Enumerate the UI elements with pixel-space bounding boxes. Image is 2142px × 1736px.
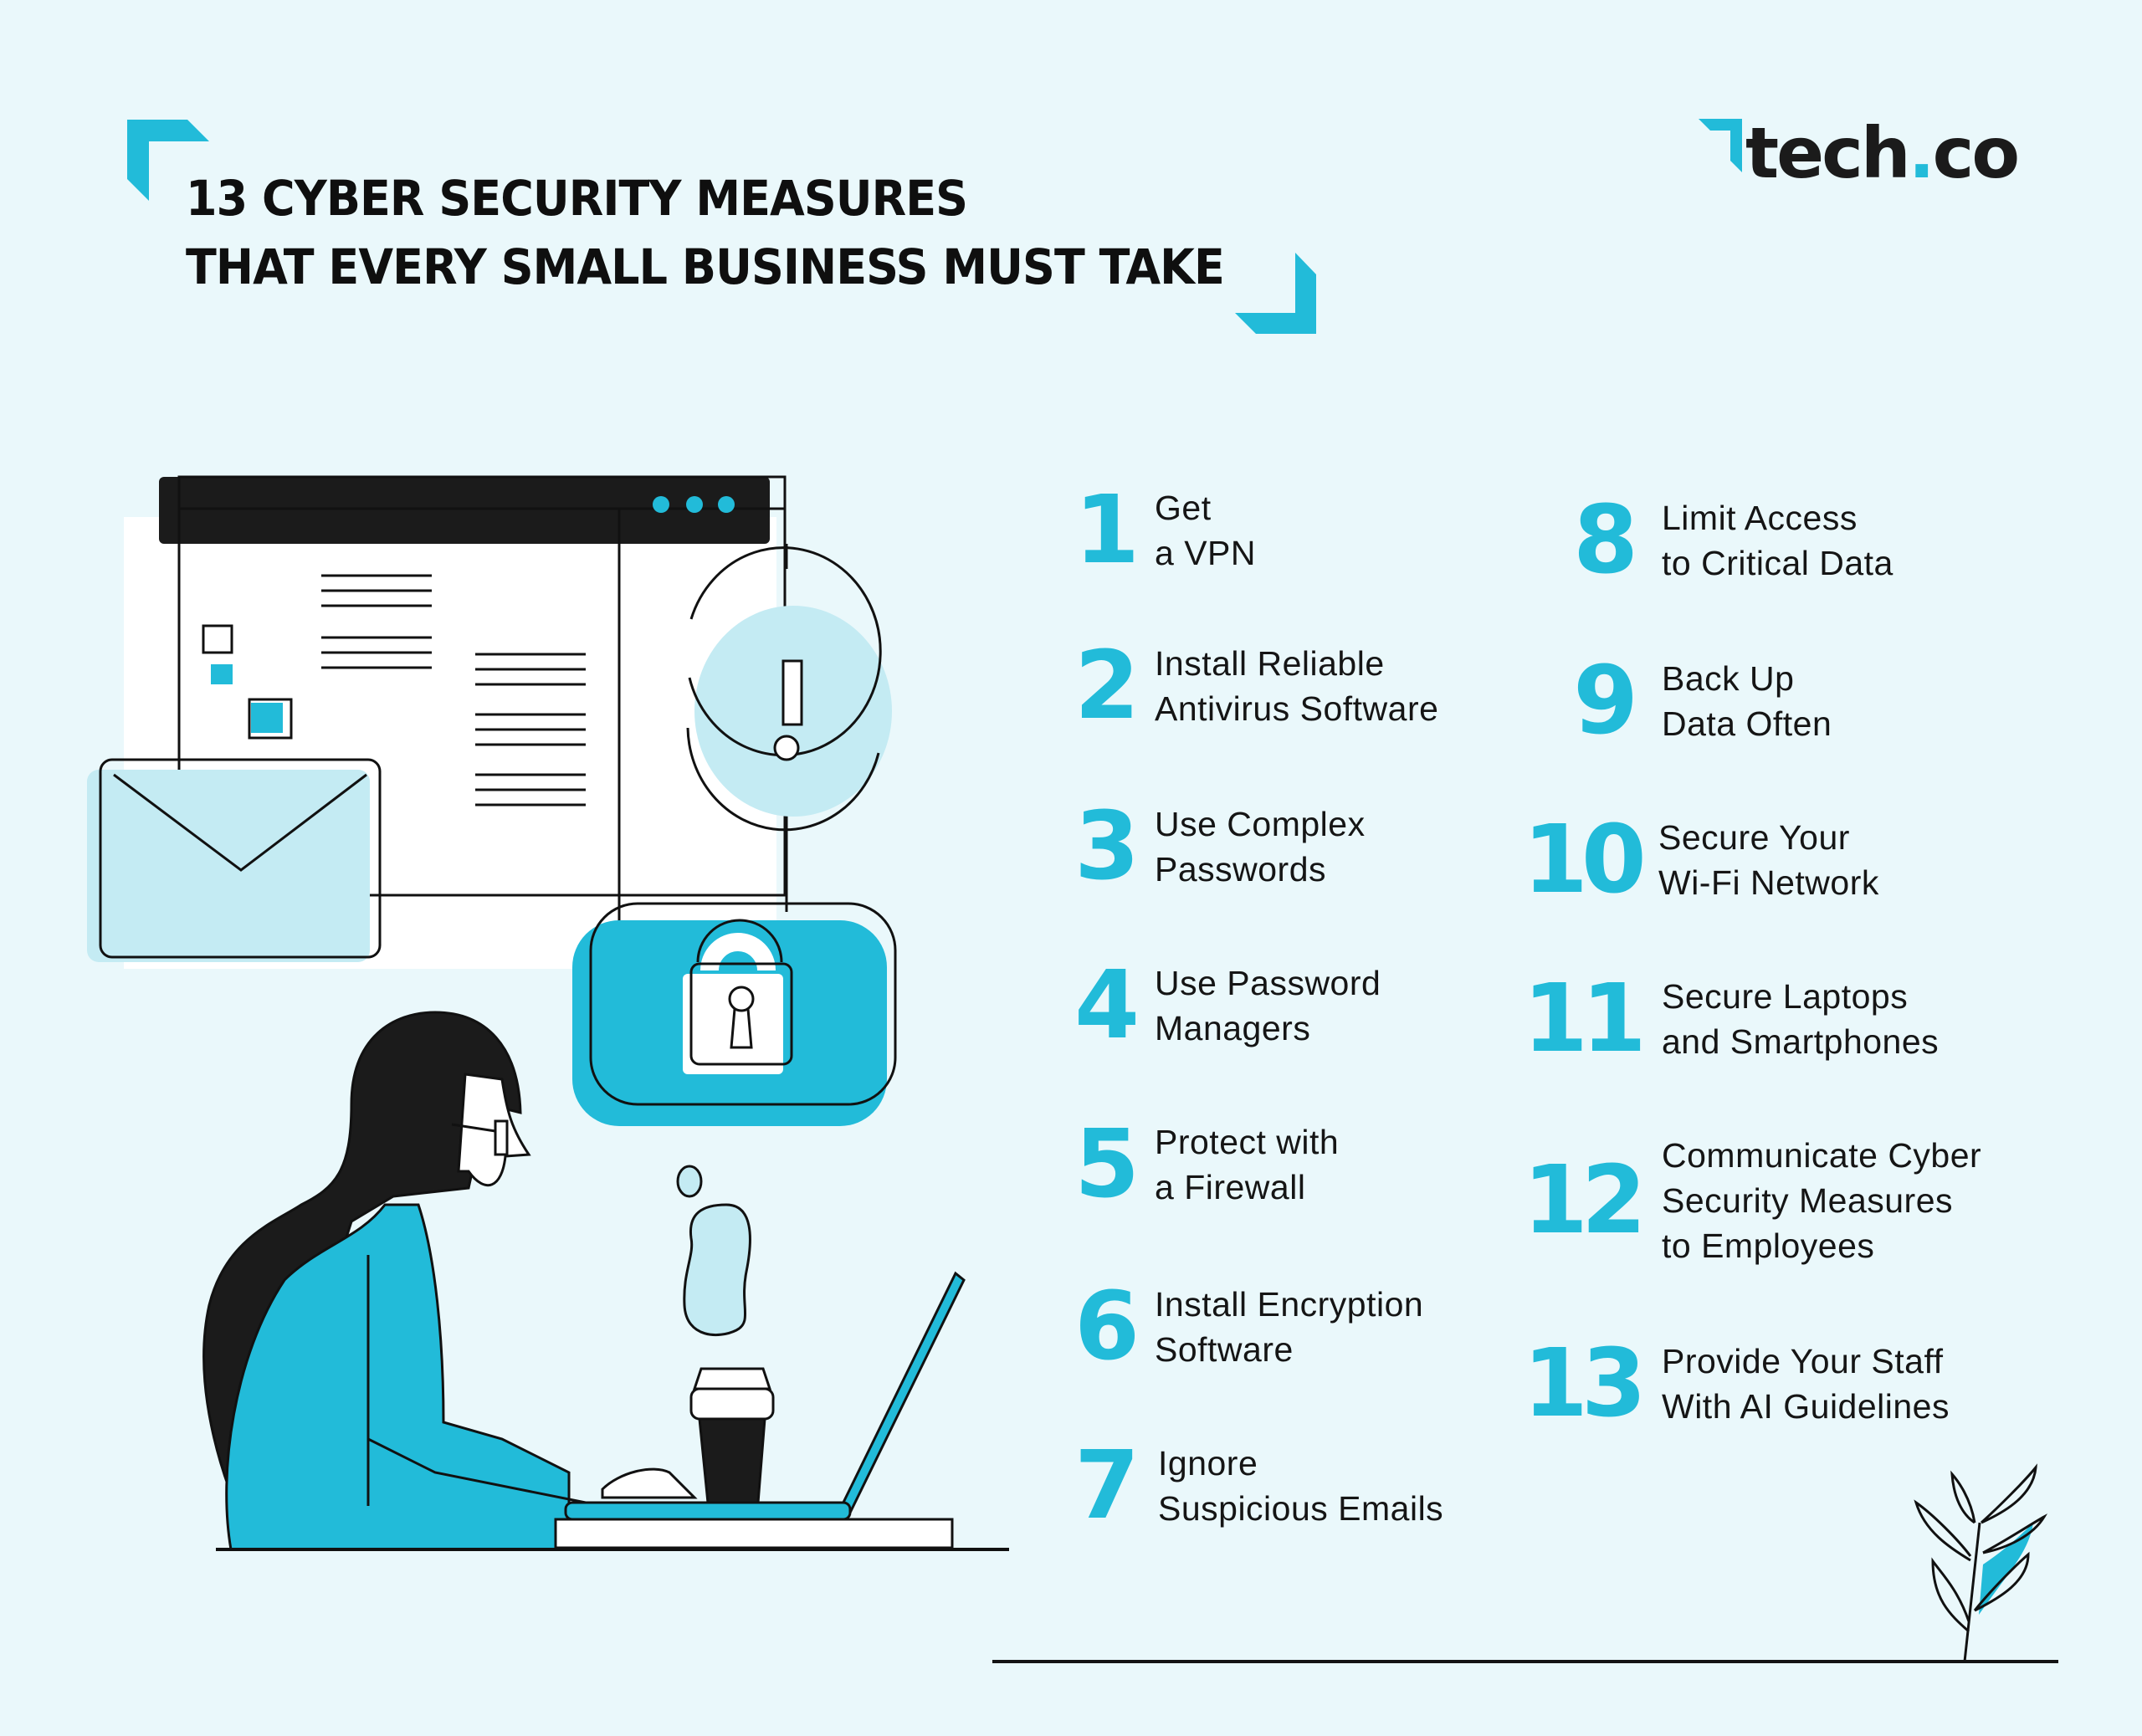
list-item: 5 Protect with a Firewall [1033,1118,1339,1211]
coffee-cup-icon [689,1367,775,1504]
list-item: 8 Limit Access to Critical Data [1523,494,1893,587]
item-label: Protect with a Firewall [1155,1123,1340,1206]
item-label: Get a VPN [1155,489,1256,572]
list-item: 4 Use Password Managers [1033,959,1381,1052]
logo-corner-icon [1699,119,1742,172]
item-number: 1 [1074,476,1140,585]
item-label: Ignore Suspicious Emails [1158,1444,1444,1528]
list-item: 11 Secure Laptops and Smartphones [1523,972,1939,1066]
item-number: 2 [1074,632,1140,740]
item-label: Use Password Managers [1155,964,1381,1047]
item-label: Install Reliable Antivirus Software [1155,644,1439,728]
item-number: 8 [1573,486,1638,595]
item-number: 11 [1523,965,1647,1073]
logo-text: tech.co [1745,112,2020,194]
item-label: Install Encryption Software [1155,1285,1424,1369]
item-label: Secure Your Wi-Fi Network [1658,818,1879,902]
item-number: 9 [1573,647,1638,755]
item-number: 3 [1074,792,1140,901]
item-number: 7 [1074,1431,1140,1540]
brand-logo: tech.co [1699,112,2020,194]
item-label: Provide Your Staff With AI Guidelines [1662,1342,1950,1426]
envelope-icon [87,758,382,962]
list-item: 2 Install Reliable Antivirus Software [1033,639,1438,733]
plant-icon [1914,1463,2048,1662]
thought-bubble [676,1165,751,1336]
item-label: Use Complex Passwords [1155,805,1366,888]
padlock-icon [572,902,897,1126]
list-item: 12 Communicate Cyber Security Measures to … [1523,1133,1981,1268]
list-item: 9 Back Up Data Often [1523,654,1832,748]
item-number: 6 [1074,1273,1140,1381]
list-item: 1 Get a VPN [1033,484,1256,577]
item-label: Limit Access to Critical Data [1662,499,1893,582]
item-label: Secure Laptops and Smartphones [1662,977,1940,1061]
list-item: 10 Secure Your Wi-Fi Network [1523,813,1879,907]
list-item: 3 Use Complex Passwords [1033,800,1366,894]
list-item: 13 Provide Your Staff With AI Guidelines [1523,1337,1950,1431]
item-number: 4 [1074,951,1140,1060]
item-number: 12 [1523,1146,1647,1255]
ground-line [992,1660,2058,1663]
list-item: 7 Ignore Suspicious Emails [1033,1439,1443,1533]
illustration [87,475,1009,1551]
item-number: 13 [1523,1329,1647,1438]
list-item: 6 Install Encryption Software [1033,1280,1423,1374]
item-label: Communicate Cyber Security Measures to Emp… [1662,1136,1982,1265]
item-number: 10 [1523,806,1647,914]
item-label: Back Up Data Often [1662,659,1832,743]
item-number: 5 [1074,1110,1140,1219]
